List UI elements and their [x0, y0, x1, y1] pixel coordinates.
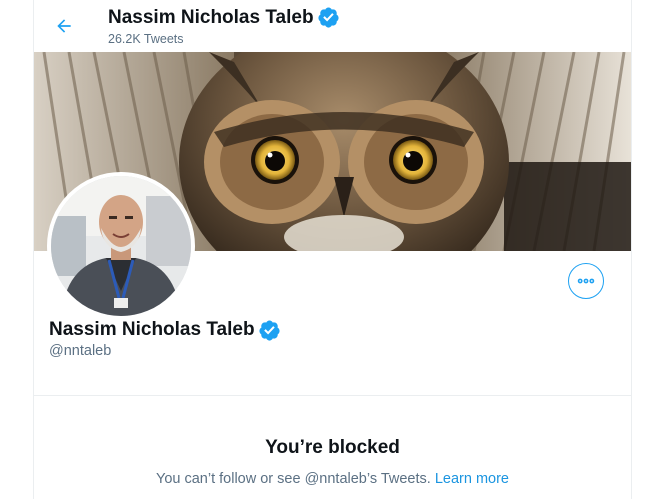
back-button[interactable]	[47, 9, 81, 43]
profile-page: Nassim Nicholas Taleb 26.2K Tweets Nassi…	[0, 0, 647, 499]
more-options-icon	[577, 278, 595, 284]
verified-badge-icon	[258, 319, 280, 341]
blocked-message-text: You can’t follow or see @nntaleb’s Tweet…	[155, 471, 431, 487]
main-column: Nassim Nicholas Taleb 26.2K Tweets Nassi…	[33, 0, 632, 499]
blocked-message: You can’t follow or see @nntaleb’s Tweet…	[34, 469, 631, 489]
header-name: Nassim Nicholas Taleb	[108, 7, 314, 28]
profile-handle: @nntaleb	[49, 343, 112, 359]
profile-header: Nassim Nicholas Taleb 26.2K Tweets	[34, 0, 631, 52]
more-options-button[interactable]	[568, 263, 604, 299]
arrow-left-icon	[57, 19, 71, 33]
profile-avatar[interactable]	[47, 172, 195, 320]
header-title: Nassim Nicholas Taleb	[108, 6, 340, 29]
avatar-photo	[51, 176, 191, 316]
tweet-count: 26.2K Tweets	[108, 32, 184, 46]
blocked-title: You’re blocked	[265, 437, 400, 458]
verified-badge-icon	[317, 7, 339, 28]
section-divider	[34, 395, 631, 396]
learn-more-link[interactable]: Learn more	[435, 471, 509, 487]
profile-display-name: Nassim Nicholas Taleb	[49, 319, 255, 340]
profile-name: Nassim Nicholas Taleb	[49, 318, 281, 342]
